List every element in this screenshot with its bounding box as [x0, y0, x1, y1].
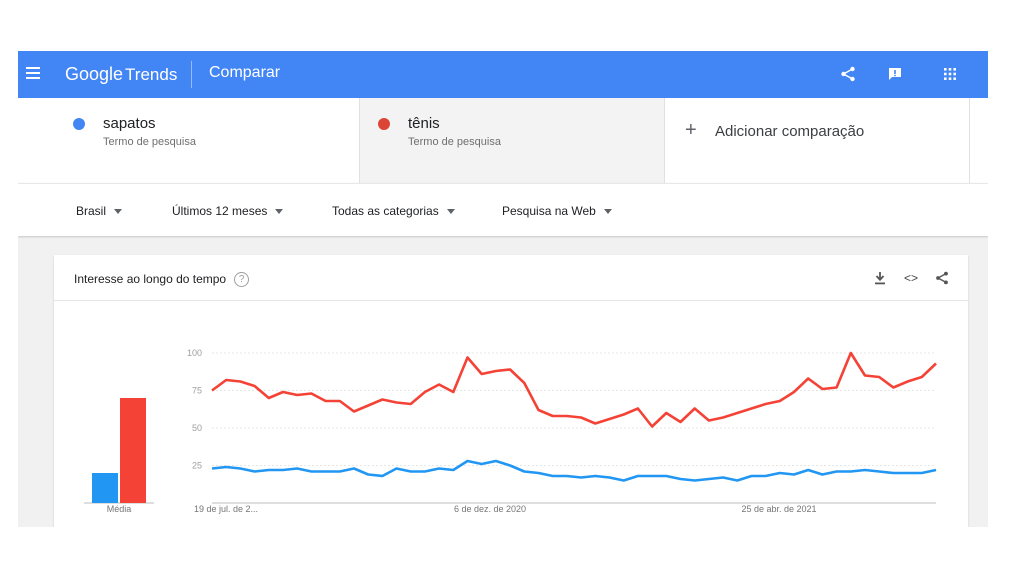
- term-color-dot: [378, 118, 390, 130]
- term-subtitle: Termo de pesquisa: [103, 136, 196, 148]
- google-trends-logo[interactable]: Google Trends: [65, 64, 177, 85]
- header-divider: [191, 61, 192, 88]
- y-tick-label: 25: [192, 461, 202, 471]
- period-value: Últimos 12 meses: [172, 204, 268, 218]
- period-dropdown[interactable]: Últimos 12 meses: [172, 204, 284, 218]
- caret-down-icon: [603, 209, 612, 215]
- x-tick-label: 6 de dez. de 2020: [454, 504, 526, 514]
- series-line-sapatos: [211, 459, 937, 482]
- feedback-button[interactable]: [882, 61, 908, 87]
- average-bar-sapatos: [92, 473, 118, 503]
- interest-over-time-card: Interesse ao longo do tempo? <> 100 75 50 2…: [54, 255, 968, 527]
- term-name: tênis: [408, 115, 440, 132]
- term-name: sapatos: [103, 115, 156, 132]
- apps-grid-icon: [944, 68, 956, 80]
- y-tick-label: 100: [187, 348, 202, 358]
- term-card-sapatos[interactable]: sapatos Termo de pesquisa: [55, 98, 360, 183]
- series-line-tenis: [211, 351, 937, 428]
- apps-button[interactable]: [937, 61, 963, 87]
- caret-down-icon: [114, 209, 123, 215]
- category-dropdown[interactable]: Todas as categorias: [332, 204, 455, 218]
- share-icon: [841, 66, 855, 82]
- comparison-terms: sapatos Termo de pesquisa tênis Termo de…: [18, 98, 988, 183]
- plus-icon: +: [685, 119, 697, 141]
- region-dropdown[interactable]: Brasil: [76, 204, 123, 218]
- search-type-dropdown[interactable]: Pesquisa na Web: [502, 204, 612, 218]
- region-value: Brasil: [76, 204, 107, 218]
- logo-trends-text: Trends: [125, 65, 178, 84]
- y-tick-label: 75: [192, 386, 202, 396]
- feedback-icon: [889, 68, 901, 80]
- term-color-dot: [73, 118, 85, 130]
- search-type-value: Pesquisa na Web: [502, 204, 596, 218]
- x-tick-label: 19 de jul. de 2...: [194, 504, 258, 514]
- category-value: Todas as categorias: [332, 204, 439, 218]
- app-frame: Google Trends Comparar sapatos Termo de …: [18, 51, 988, 527]
- interest-chart: 100 75 50 25 19 de jul. de 2... 6 de dez. de …: [84, 348, 937, 514]
- y-tick-label: 50: [192, 423, 202, 433]
- add-comparison-label: Adicionar comparação: [715, 123, 865, 140]
- add-comparison-button[interactable]: + Adicionar comparação: [665, 98, 970, 183]
- x-tick-label: 25 de abr. de 2021: [741, 504, 816, 514]
- filter-bar: Brasil Últimos 12 meses Todas as categor…: [18, 183, 988, 236]
- term-subtitle: Termo de pesquisa: [408, 136, 501, 148]
- caret-down-icon: [275, 209, 284, 215]
- page-title: Comparar: [209, 64, 281, 81]
- top-app-bar: Google Trends Comparar: [18, 51, 988, 98]
- average-bar-tenis: [120, 398, 146, 503]
- logo-google-text: Google: [65, 64, 124, 84]
- menu-icon[interactable]: [26, 67, 40, 79]
- caret-down-icon: [446, 209, 455, 215]
- average-label: Média: [107, 504, 132, 514]
- term-card-tenis[interactable]: tênis Termo de pesquisa: [360, 98, 665, 183]
- share-button[interactable]: [835, 61, 861, 87]
